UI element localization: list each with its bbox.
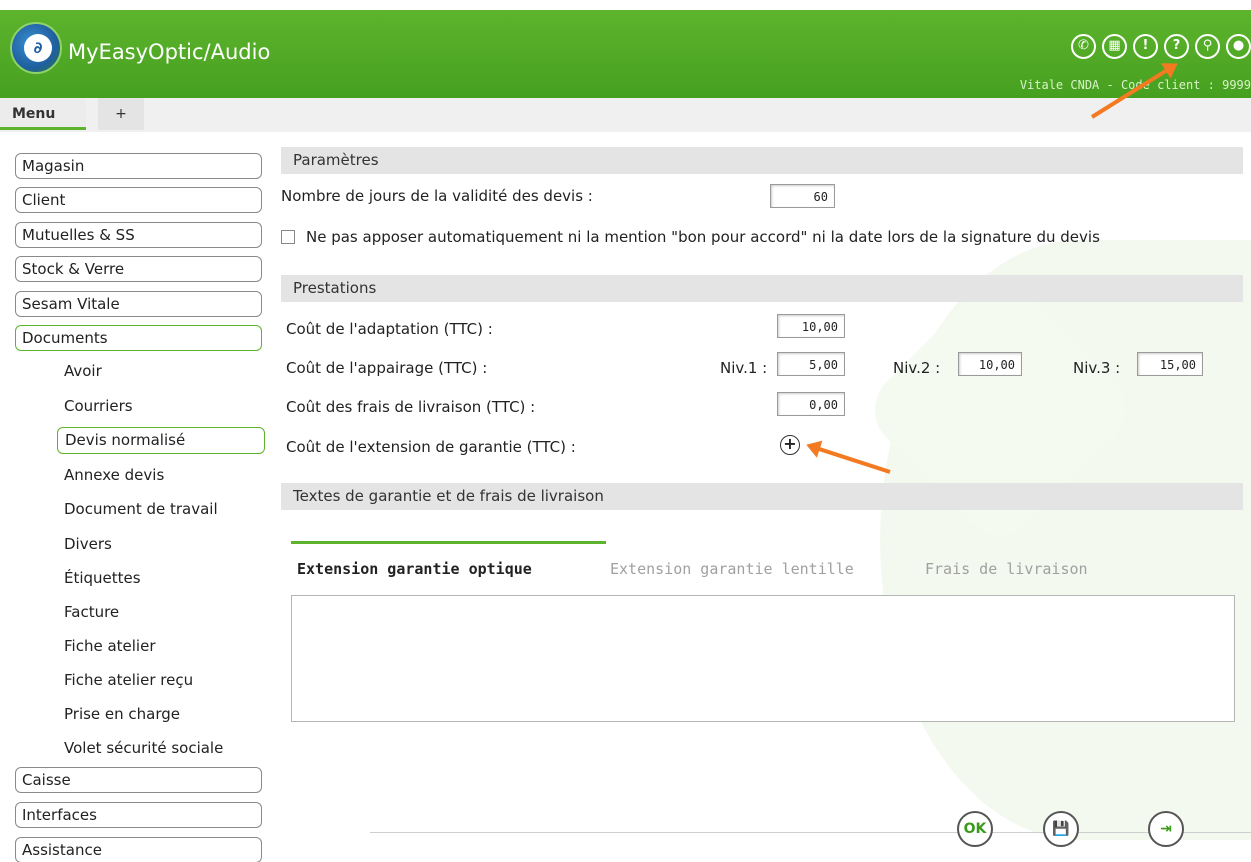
exit-button[interactable]: ⇥ [1148, 811, 1184, 847]
save-button[interactable]: 💾 [1043, 811, 1079, 847]
add-extension-button[interactable]: + [780, 435, 800, 455]
app-title: MyEasyOptic/Audio [68, 40, 271, 64]
phone-icon[interactable]: ✆ [1071, 34, 1096, 59]
sidebar-item-interfaces[interactable]: Interfaces [15, 802, 262, 828]
annotation-arrow-extension [811, 444, 891, 474]
sidebar-item-stock[interactable]: Stock & Verre [15, 256, 262, 282]
niv2-label: Niv.2 : [893, 359, 941, 377]
tab-bar: Menu + [0, 98, 1251, 132]
sidebar-subitem-volet-securite[interactable]: Volet sécurité sociale [64, 739, 223, 757]
signature-mention-label: Ne pas apposer automatiquement ni la men… [306, 228, 1100, 246]
alert-icon[interactable]: ! [1133, 34, 1158, 59]
section-textes-header: Textes de garantie et de frais de livrai… [281, 483, 1243, 510]
calendar-icon[interactable]: ▦ [1102, 34, 1127, 59]
add-tab-button[interactable]: + [98, 98, 144, 130]
livraison-label: Coût des frais de livraison (TTC) : [286, 398, 536, 416]
niv2-input[interactable]: 10,00 [958, 352, 1022, 376]
tab-extension-garantie-optique[interactable]: Extension garantie optique [297, 560, 532, 578]
sidebar-item-magasin[interactable]: Magasin [15, 153, 262, 179]
sidebar-subitem-devis-normalise[interactable]: Devis normalisé [57, 427, 265, 454]
section-prestations-header: Prestations [281, 275, 1243, 302]
app-header: ∂ MyEasyOptic/Audio ✆ ▦ ! ? ⚲ ● Vitale C… [0, 10, 1251, 98]
sidebar-subitem-courriers[interactable]: Courriers [64, 397, 133, 415]
app-logo: ∂ [10, 22, 62, 74]
adaptation-label: Coût de l'adaptation (TTC) : [286, 320, 493, 338]
help-icon[interactable]: ? [1164, 34, 1189, 59]
sidebar-subitem-prise-en-charge[interactable]: Prise en charge [64, 705, 180, 723]
sidebar-subitem-facture[interactable]: Facture [64, 603, 119, 621]
background-decoration [880, 240, 1251, 840]
sidebar-item-mutuelles[interactable]: Mutuelles & SS [15, 222, 262, 248]
sidebar-subitem-avoir[interactable]: Avoir [64, 362, 102, 380]
ear-icon: ∂ [24, 34, 52, 62]
header-icons: ✆ ▦ ! ? ⚲ ● [1071, 34, 1251, 59]
sidebar-item-sesam[interactable]: Sesam Vitale [15, 291, 262, 317]
appairage-label: Coût de l'appairage (TTC) : [286, 359, 488, 377]
sidebar-subitem-divers[interactable]: Divers [64, 535, 112, 553]
sidebar-subitem-fiche-atelier[interactable]: Fiche atelier [64, 637, 156, 655]
extension-label: Coût de l'extension de garantie (TTC) : [286, 438, 576, 456]
validity-label: Nombre de jours de la validité des devis… [281, 187, 593, 205]
niv1-label: Niv.1 : [720, 359, 768, 377]
niv1-input[interactable]: 5,00 [777, 352, 845, 376]
garantie-text-area[interactable] [291, 595, 1235, 722]
tab-extension-garantie-lentille[interactable]: Extension garantie lentille [610, 560, 854, 578]
niv3-label: Niv.3 : [1073, 359, 1121, 377]
livraison-input[interactable]: 0,00 [777, 392, 845, 416]
sidebar-subitem-annexe-devis[interactable]: Annexe devis [64, 466, 164, 484]
sidebar-item-documents[interactable]: Documents [15, 325, 262, 351]
tab-menu[interactable]: Menu [0, 98, 86, 130]
footer-divider [370, 832, 1251, 833]
sidebar-subitem-document-travail[interactable]: Document de travail [64, 500, 218, 518]
ok-button[interactable]: OK [957, 811, 993, 847]
active-tab-indicator [291, 541, 606, 544]
sidebar-item-assistance[interactable]: Assistance [15, 837, 262, 862]
sidebar-item-client[interactable]: Client [15, 187, 262, 213]
signature-mention-checkbox[interactable] [281, 230, 295, 244]
validity-input[interactable]: 60 [770, 184, 835, 208]
niv3-input[interactable]: 15,00 [1137, 352, 1203, 376]
user-icon[interactable]: ● [1226, 34, 1251, 59]
sidebar-item-caisse[interactable]: Caisse [15, 767, 262, 793]
tab-frais-de-livraison[interactable]: Frais de livraison [925, 560, 1088, 578]
section-parametres-header: Paramètres [281, 147, 1243, 174]
adaptation-input[interactable]: 10,00 [777, 314, 845, 338]
sidebar-subitem-fiche-atelier-recu[interactable]: Fiche atelier reçu [64, 671, 193, 689]
support-icon[interactable]: ⚲ [1195, 34, 1220, 59]
sidebar-subitem-etiquettes[interactable]: Étiquettes [64, 569, 141, 587]
